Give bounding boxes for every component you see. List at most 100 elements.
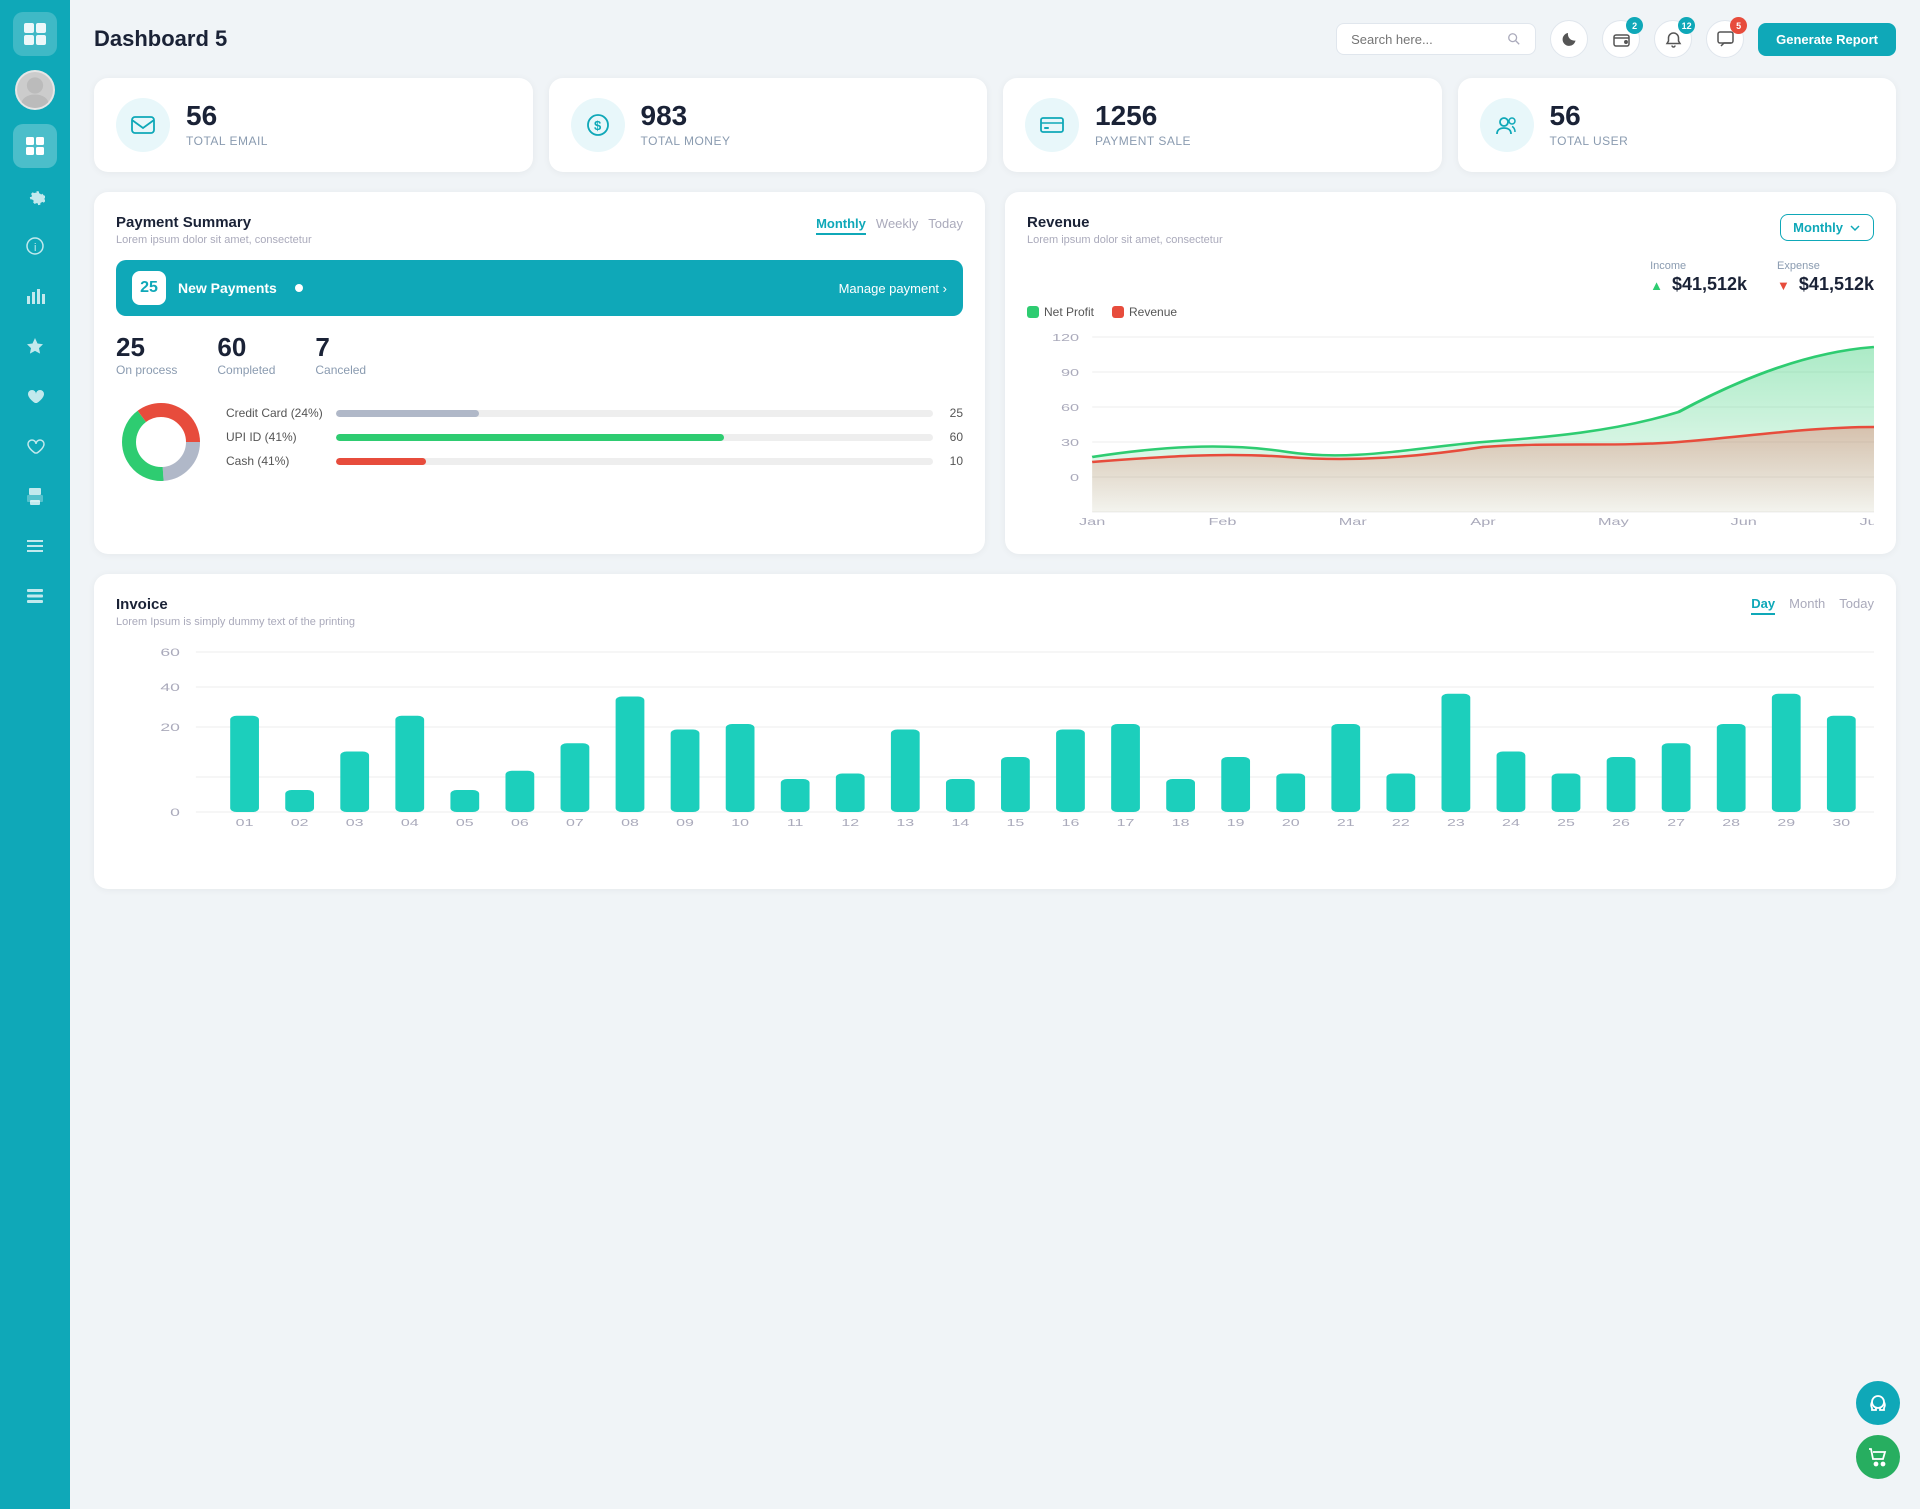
bar-item[interactable]	[1001, 757, 1030, 812]
invoice-tab-day[interactable]: Day	[1751, 596, 1775, 615]
bar-item[interactable]	[671, 730, 700, 813]
bar-item[interactable]	[561, 743, 590, 812]
moon-icon	[1561, 31, 1578, 48]
stat-label-email: TOTAL EMAIL	[186, 134, 268, 148]
stat-info-payment: 1256 PAYMENT SALE	[1095, 102, 1191, 148]
bar-x-label: 19	[1227, 817, 1245, 828]
stat-completed: 60 Completed	[217, 332, 275, 377]
sidebar-item-chart[interactable]	[13, 274, 57, 318]
sidebar-item-heart-filled[interactable]	[13, 374, 57, 418]
bar-item[interactable]	[1497, 752, 1526, 813]
pay-bar-upi: UPI ID (41%) 60	[226, 430, 963, 444]
new-payments-label: New Payments	[178, 280, 277, 296]
bar-item[interactable]	[450, 790, 479, 812]
bar-item[interactable]	[395, 716, 424, 812]
sidebar-item-list[interactable]	[13, 574, 57, 618]
wallet-btn[interactable]: 2	[1602, 20, 1640, 58]
chevron-down-icon	[1849, 222, 1861, 234]
invoice-subtitle: Lorem Ipsum is simply dummy text of the …	[116, 616, 355, 628]
user-icon-container	[1480, 98, 1534, 152]
revenue-period-dropdown[interactable]: Monthly	[1780, 214, 1874, 241]
bar-item[interactable]	[1166, 779, 1195, 812]
support-float-btn[interactable]	[1856, 1381, 1900, 1425]
bar-x-label: 09	[676, 817, 694, 828]
bar-item[interactable]	[1221, 757, 1250, 812]
stat-info-email: 56 TOTAL EMAIL	[186, 102, 268, 148]
sidebar-item-dashboard[interactable]	[13, 124, 57, 168]
pay-bar-label-credit: Credit Card (24%)	[226, 406, 326, 420]
bar-item[interactable]	[285, 790, 314, 812]
pay-bar-track-credit	[336, 410, 933, 417]
svg-text:30: 30	[1061, 437, 1079, 448]
stat-card-money: $ 983 TOTAL MONEY	[549, 78, 988, 172]
bar-item[interactable]	[1717, 724, 1746, 812]
bar-x-label: 10	[731, 817, 749, 828]
income-value: ▲ $41,512k	[1650, 274, 1747, 295]
search-input[interactable]	[1351, 32, 1499, 47]
bar-item[interactable]	[1386, 774, 1415, 813]
svg-text:$: $	[594, 118, 602, 133]
pay-bar-fill-upi	[336, 434, 724, 441]
search-icon	[1507, 31, 1521, 47]
bar-item[interactable]	[1111, 724, 1140, 812]
bar-item[interactable]	[340, 752, 369, 813]
bell-icon	[1665, 31, 1682, 48]
bar-item[interactable]	[726, 724, 755, 812]
sidebar-item-settings[interactable]	[13, 174, 57, 218]
generate-report-button[interactable]: Generate Report	[1758, 23, 1896, 56]
bar-item[interactable]	[1607, 757, 1636, 812]
sidebar-item-menu[interactable]	[13, 524, 57, 568]
wallet-icon	[1613, 31, 1630, 48]
bar-item[interactable]	[616, 697, 645, 813]
bar-x-label: 22	[1392, 817, 1410, 828]
tab-today[interactable]: Today	[928, 214, 963, 235]
cart-float-btn[interactable]	[1856, 1435, 1900, 1479]
bar-x-label: 27	[1667, 817, 1685, 828]
cart-icon	[1867, 1446, 1889, 1468]
bar-item[interactable]	[946, 779, 975, 812]
bar-item[interactable]	[1442, 694, 1471, 812]
bar-item[interactable]	[836, 774, 865, 813]
sidebar-item-star[interactable]	[13, 324, 57, 368]
bar-item[interactable]	[230, 716, 259, 812]
expense-label: Expense	[1777, 260, 1874, 272]
bar-item[interactable]	[1772, 694, 1801, 812]
payment-icon	[1039, 112, 1065, 138]
avatar[interactable]	[15, 70, 55, 110]
bell-btn[interactable]: 12	[1654, 20, 1692, 58]
floating-buttons	[1856, 1381, 1900, 1479]
pay-bar-count-credit: 25	[943, 406, 963, 420]
bar-x-label: 17	[1117, 817, 1135, 828]
tab-weekly[interactable]: Weekly	[876, 214, 918, 235]
bar-item[interactable]	[1552, 774, 1581, 813]
invoice-tab-month[interactable]: Month	[1789, 596, 1825, 615]
bar-item[interactable]	[1056, 730, 1085, 813]
bar-item[interactable]	[1827, 716, 1856, 812]
bar-item[interactable]	[781, 779, 810, 812]
bar-x-label: 04	[401, 817, 419, 828]
sidebar-item-heart[interactable]	[13, 424, 57, 468]
invoice-tab-today[interactable]: Today	[1839, 596, 1874, 615]
legend-dot-net-profit	[1027, 306, 1039, 318]
sidebar-logo[interactable]	[13, 12, 57, 56]
income-label: Income	[1650, 260, 1747, 272]
money-icon-container: $	[571, 98, 625, 152]
sidebar-item-info[interactable]: i	[13, 224, 57, 268]
svg-text:Jun: Jun	[1731, 516, 1757, 527]
tab-monthly[interactable]: Monthly	[816, 214, 866, 235]
sidebar-item-print[interactable]	[13, 474, 57, 518]
bar-item[interactable]	[891, 730, 920, 813]
stats-grid: 56 TOTAL EMAIL $ 983 TOTAL MONEY 1256 PA…	[94, 78, 1896, 172]
bar-item[interactable]	[1331, 724, 1360, 812]
header-actions: 2 12 5 Generate Report	[1336, 20, 1896, 58]
revenue-legend: Net Profit Revenue	[1027, 305, 1874, 319]
manage-payment-link[interactable]: Manage payment ›	[839, 281, 947, 296]
bar-item[interactable]	[505, 771, 534, 812]
dark-mode-btn[interactable]	[1550, 20, 1588, 58]
bar-item[interactable]	[1662, 743, 1691, 812]
bar-item[interactable]	[1276, 774, 1305, 813]
bar-x-label: 26	[1612, 817, 1630, 828]
svg-text:20: 20	[160, 722, 180, 734]
svg-text:40: 40	[160, 682, 180, 694]
chat-btn[interactable]: 5	[1706, 20, 1744, 58]
